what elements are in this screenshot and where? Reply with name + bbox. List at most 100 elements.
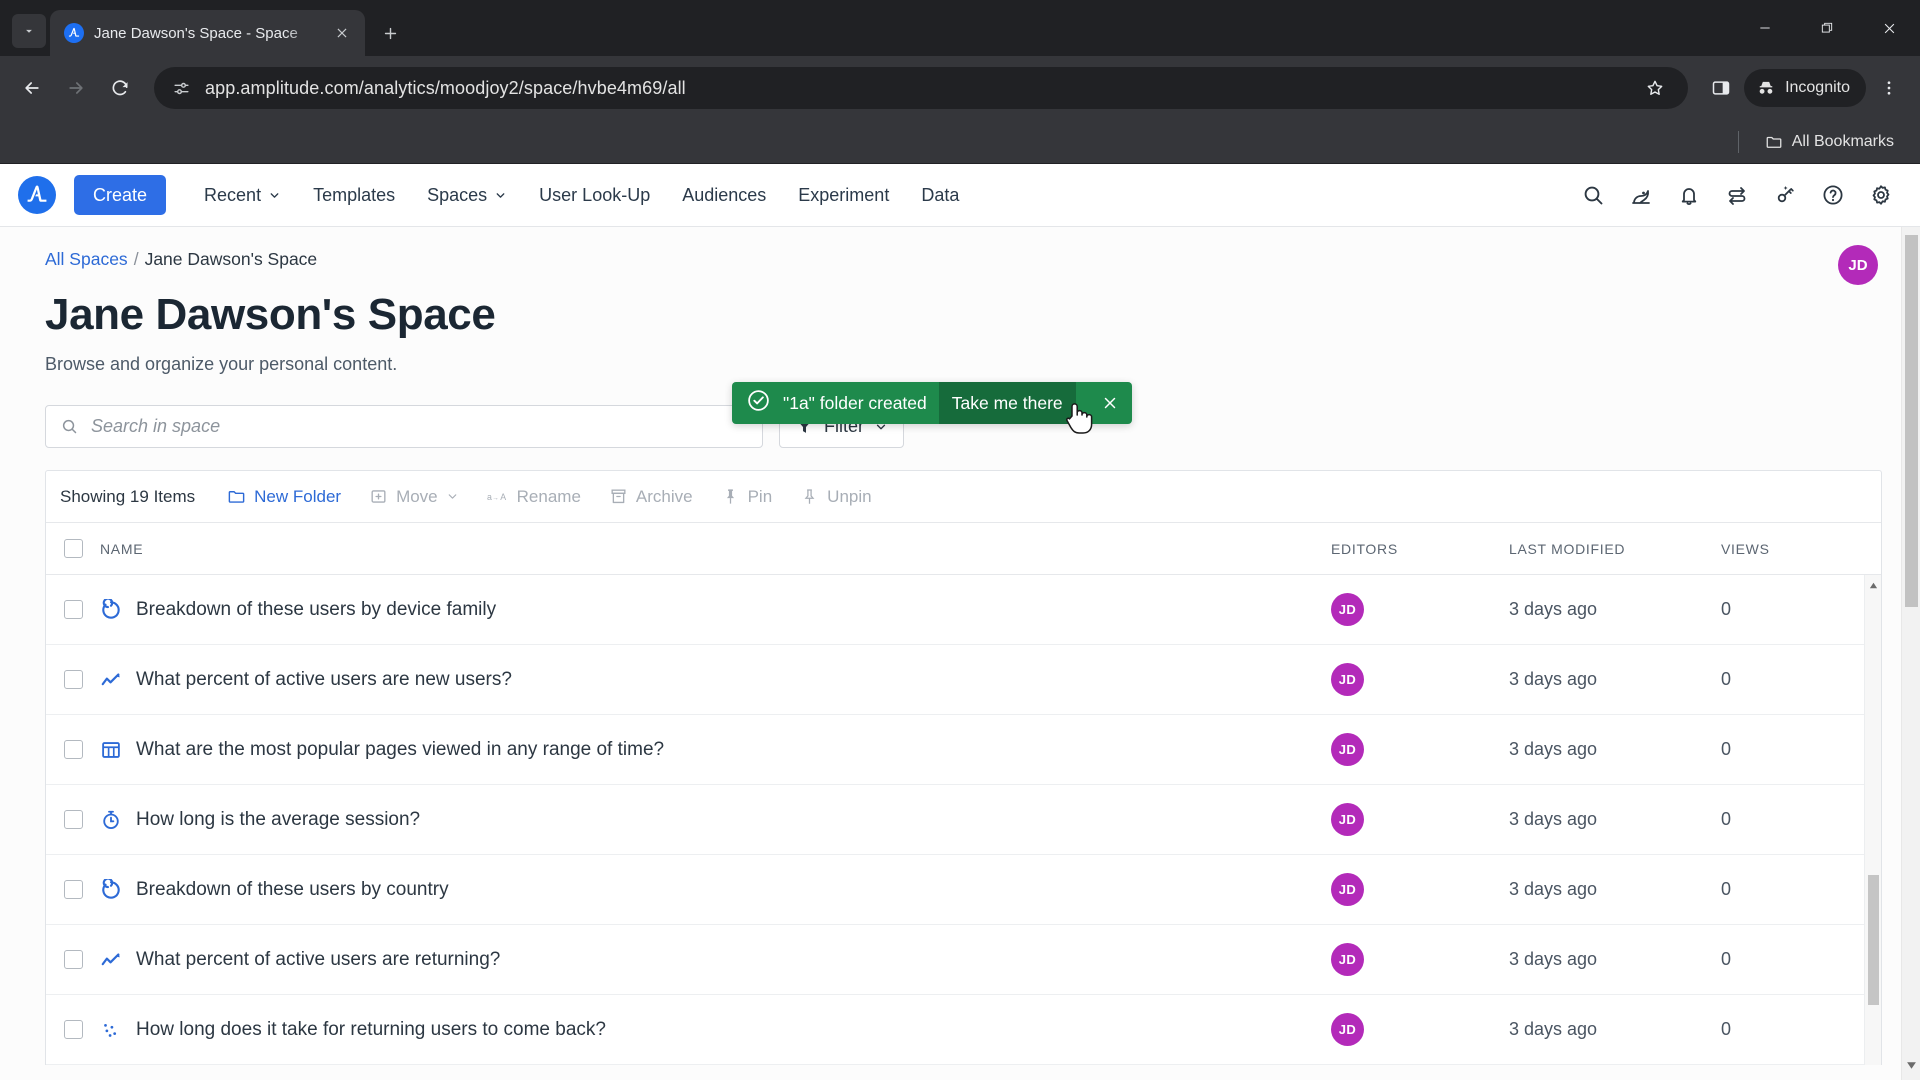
- nav-item-recent[interactable]: Recent: [188, 175, 297, 215]
- nav-item-experiment[interactable]: Experiment: [782, 175, 905, 215]
- table-row[interactable]: What percent of active users are new use…: [46, 645, 1881, 715]
- column-header-last-modified[interactable]: LAST MODIFIED: [1509, 541, 1721, 557]
- all-bookmarks-label: All Bookmarks: [1791, 132, 1894, 150]
- amplitude-logo-icon[interactable]: [18, 176, 56, 214]
- scroll-down-arrow-icon[interactable]: [1906, 1058, 1917, 1076]
- table-header: NAME EDITORS LAST MODIFIED VIEWS: [46, 523, 1881, 575]
- row-checkbox[interactable]: [46, 880, 100, 899]
- row-last-modified: 3 days ago: [1509, 809, 1598, 829]
- row-last-modified: 3 days ago: [1509, 599, 1598, 619]
- page-scrollbar-thumb[interactable]: [1905, 235, 1918, 607]
- browser-window: Jane Dawson's Space - Space app.amplitud…: [0, 0, 1920, 1080]
- incognito-icon: [1759, 81, 1773, 94]
- avatar[interactable]: JD: [1331, 663, 1364, 696]
- minimize-icon[interactable]: [1734, 0, 1796, 56]
- back-button[interactable]: [12, 68, 52, 108]
- row-name-cell[interactable]: What percent of active users are new use…: [100, 669, 1331, 691]
- row-checkbox[interactable]: [46, 1020, 100, 1039]
- gear-icon[interactable]: [1864, 178, 1898, 212]
- row-name-cell[interactable]: How long does it take for returning user…: [100, 1019, 1331, 1041]
- page-scrollbar[interactable]: [1901, 227, 1920, 1080]
- row-name-cell[interactable]: Breakdown of these users by country: [100, 878, 1331, 901]
- new-tab-button[interactable]: [373, 16, 407, 50]
- column-header-name[interactable]: NAME: [100, 541, 1331, 557]
- address-bar[interactable]: app.amplitude.com/analytics/moodjoy2/spa…: [154, 67, 1689, 109]
- row-name-cell[interactable]: How long is the average session?: [100, 809, 1331, 831]
- search-input[interactable]: [91, 416, 748, 437]
- column-header-editors[interactable]: EDITORS: [1331, 541, 1509, 557]
- create-button[interactable]: Create: [74, 175, 167, 215]
- row-name-cell[interactable]: What are the most popular pages viewed i…: [100, 739, 1331, 761]
- browser-toolbar: app.amplitude.com/analytics/moodjoy2/spa…: [0, 56, 1920, 120]
- user-avatar[interactable]: JD: [1838, 245, 1878, 285]
- restore-icon[interactable]: [1796, 0, 1858, 56]
- nav-item-audiences[interactable]: Audiences: [666, 175, 782, 215]
- swap-icon[interactable]: [1720, 178, 1754, 212]
- help-icon[interactable]: [1816, 178, 1850, 212]
- row-views: 0: [1721, 809, 1732, 829]
- tab-search-button[interactable]: [12, 14, 46, 48]
- toast-close-icon[interactable]: [1088, 382, 1132, 424]
- list-scrollbar-thumb[interactable]: [1868, 875, 1879, 1005]
- row-checkbox[interactable]: [46, 600, 100, 619]
- stopwatch-icon: [100, 809, 122, 831]
- table-row[interactable]: How long is the average session? JD 3 days…: [46, 785, 1881, 855]
- page-info-icon[interactable]: [172, 79, 191, 98]
- select-all-checkbox[interactable]: [46, 539, 100, 558]
- row-name-label: What percent of active users are new use…: [136, 668, 512, 690]
- avatar[interactable]: JD: [1331, 943, 1364, 976]
- page-content: JD All Spaces / Jane Dawson's Space Jane…: [0, 226, 1920, 1080]
- table-icon: [100, 739, 122, 761]
- nav-item-templates[interactable]: Templates: [297, 175, 411, 215]
- nav-item-spaces[interactable]: Spaces: [411, 175, 523, 215]
- avatar[interactable]: JD: [1331, 733, 1364, 766]
- nav-item-label: Data: [921, 184, 960, 205]
- row-editors-cell: JD: [1331, 873, 1509, 906]
- row-name-cell[interactable]: Breakdown of these users by device famil…: [100, 598, 1331, 621]
- bookmark-star-icon[interactable]: [1636, 69, 1674, 107]
- svg-text:A: A: [500, 491, 506, 501]
- magic-key-icon[interactable]: [1768, 178, 1802, 212]
- column-header-views[interactable]: VIEWS: [1721, 541, 1881, 557]
- reload-button[interactable]: [100, 68, 140, 108]
- breadcrumb-all-spaces[interactable]: All Spaces: [45, 249, 128, 270]
- row-checkbox[interactable]: [46, 950, 100, 969]
- chrome-menu-icon[interactable]: [1870, 69, 1908, 107]
- row-checkbox[interactable]: [46, 670, 100, 689]
- scroll-up-arrow-icon[interactable]: [1869, 577, 1878, 595]
- list-scrollbar[interactable]: [1864, 575, 1881, 1065]
- all-bookmarks-button[interactable]: All Bookmarks: [1757, 128, 1902, 156]
- nav-item-data[interactable]: Data: [905, 175, 975, 215]
- close-icon[interactable]: [1858, 0, 1920, 56]
- toast-message: "1a" folder created: [783, 392, 927, 413]
- take-me-there-button[interactable]: Take me there: [938, 382, 1076, 424]
- breadcrumb-separator: /: [133, 249, 139, 269]
- rocket-icon[interactable]: [1624, 178, 1658, 212]
- table-row[interactable]: What are the most popular pages viewed i…: [46, 715, 1881, 785]
- new-folder-button[interactable]: New Folder: [213, 479, 355, 515]
- avatar[interactable]: JD: [1331, 1013, 1364, 1046]
- search-icon[interactable]: [1576, 178, 1610, 212]
- row-checkbox[interactable]: [46, 740, 100, 759]
- avatar[interactable]: JD: [1331, 803, 1364, 836]
- table-row[interactable]: How long does it take for returning user…: [46, 995, 1881, 1065]
- bell-icon[interactable]: [1672, 178, 1706, 212]
- breadcrumb-current: Jane Dawson's Space: [144, 249, 318, 269]
- amplitude-logo-icon: [64, 23, 84, 43]
- table-row[interactable]: Breakdown of these users by device famil…: [46, 575, 1881, 645]
- table-row[interactable]: What percent of active users are returni…: [46, 925, 1881, 995]
- move-button: Move: [355, 479, 473, 515]
- avatar[interactable]: JD: [1331, 593, 1364, 626]
- browser-tab[interactable]: Jane Dawson's Space - Space: [50, 10, 365, 56]
- row-checkbox[interactable]: [46, 810, 100, 829]
- row-name-cell[interactable]: What percent of active users are returni…: [100, 949, 1331, 971]
- incognito-indicator[interactable]: Incognito: [1744, 69, 1866, 107]
- avatar[interactable]: JD: [1331, 873, 1364, 906]
- tab-close-icon[interactable]: [329, 20, 355, 46]
- window-controls: [1734, 0, 1920, 56]
- side-panel-icon[interactable]: [1702, 69, 1740, 107]
- nav-item-user-look-up[interactable]: User Look-Up: [523, 175, 666, 215]
- search-in-space-box[interactable]: [45, 405, 763, 448]
- row-views: 0: [1721, 879, 1732, 899]
- table-row[interactable]: Breakdown of these users by country JD 3 d…: [46, 855, 1881, 925]
